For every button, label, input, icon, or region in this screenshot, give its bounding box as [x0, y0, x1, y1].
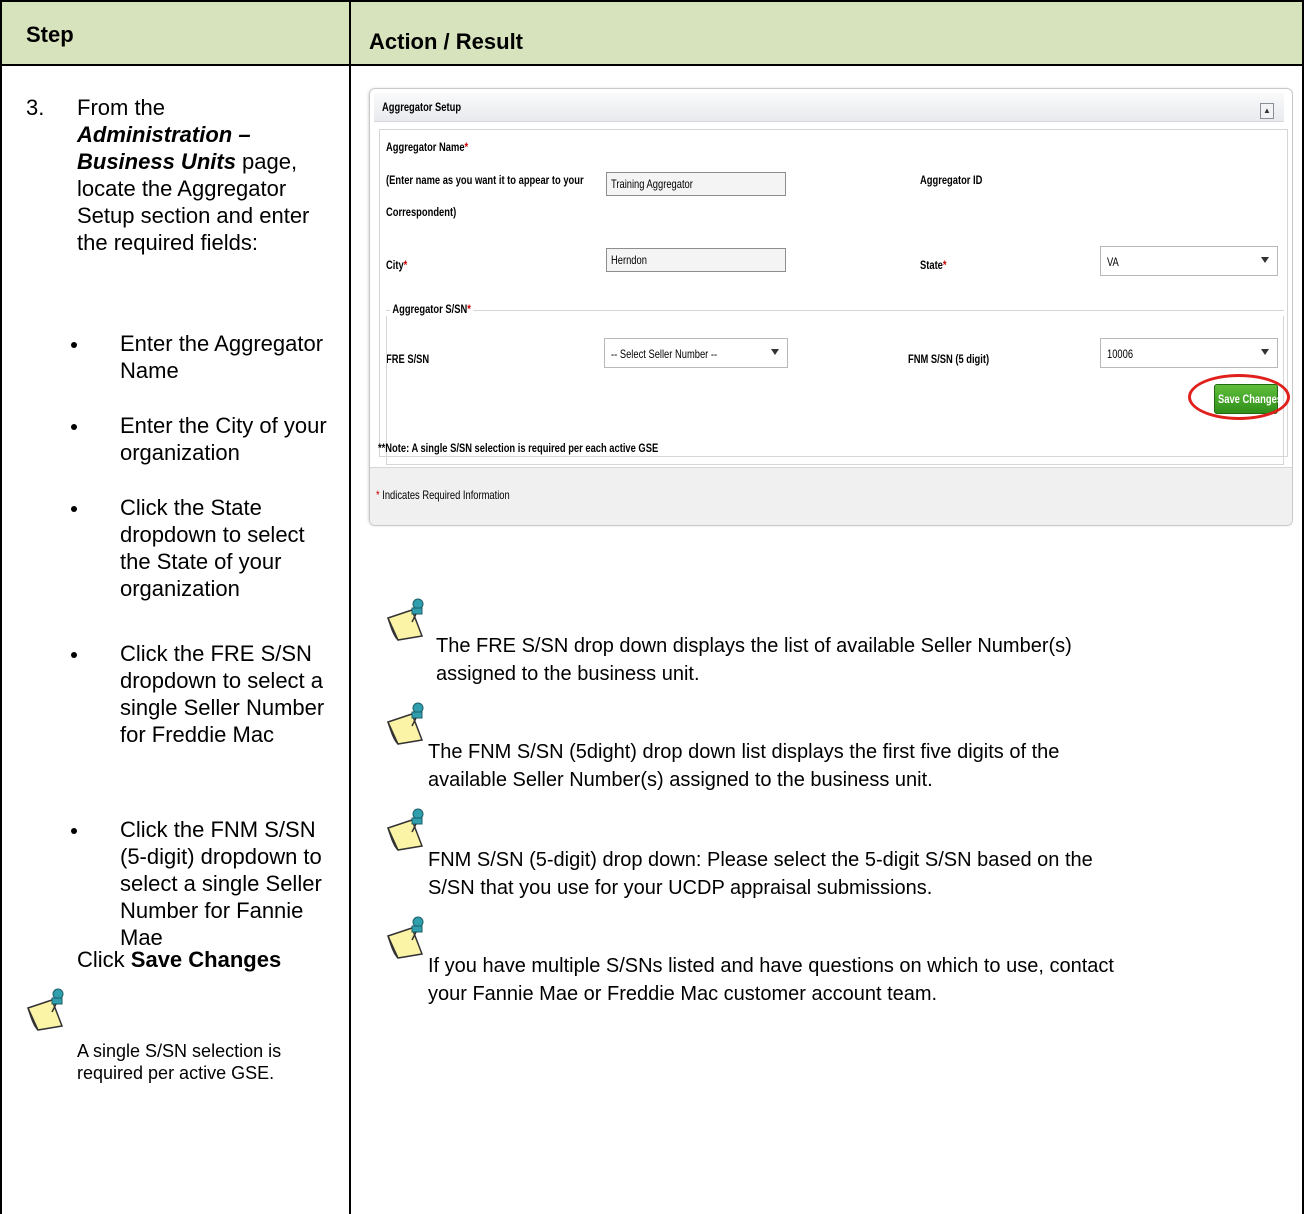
bullet-icon	[71, 652, 77, 658]
fre-ssn-label: FRE S/SN	[386, 352, 430, 366]
note-fre: The FRE S/SN drop down displays the list…	[436, 635, 1072, 685]
aggregator-name-input[interactable]: Training Aggregator	[606, 172, 786, 196]
save-changes-emphasis: Save Changes	[130, 947, 282, 972]
note-pin-icon	[386, 702, 424, 745]
list-item: Click the State dropdown to select the S…	[71, 494, 340, 602]
left-border	[0, 66, 2, 1214]
aggregator-setup-panel: Aggregator Setup ▲ Aggregator Name* (Ent…	[369, 88, 1293, 526]
list-item: Enter the City of your organization	[71, 412, 340, 466]
dropdown-caret-icon	[771, 349, 779, 355]
panel-title-bar: Aggregator Setup ▲	[374, 93, 1284, 122]
fre-ssn-select[interactable]: -- Select Seller Number --	[604, 338, 788, 368]
aggregator-name-hint-2: Correspondent)	[386, 205, 457, 219]
step-intro: From the Administration – Business Units…	[77, 94, 337, 256]
aggregator-form: Aggregator Name* (Enter name as you want…	[379, 129, 1290, 465]
aggregator-id-label: Aggregator ID	[920, 173, 983, 187]
note-pin-icon	[26, 988, 64, 1031]
dropdown-caret-icon	[1261, 349, 1269, 355]
city-label: City*	[386, 258, 408, 272]
list-item: Click the FNM S/SN (5-digit) dropdown to…	[71, 816, 340, 951]
note-multiple-ssn: If you have multiple S/SNs listed and ha…	[428, 955, 1114, 1005]
note-fnm-select: FNM S/SN (5-digit) drop down: Please sel…	[428, 849, 1093, 899]
fnm-ssn-label: FNM S/SN (5 digit)	[908, 352, 990, 366]
column-divider	[349, 66, 351, 1214]
dropdown-caret-icon	[1261, 257, 1269, 263]
chevron-up-icon[interactable]: ▲	[1260, 103, 1274, 119]
note-fnm: The FNM S/SN (5dight) drop down list dis…	[428, 741, 1060, 791]
header-action-cell: Action / Result	[350, 0, 1304, 66]
step-page-name: Administration – Business Units	[77, 122, 251, 174]
highlight-oval	[1188, 374, 1290, 420]
state-select[interactable]: VA	[1100, 246, 1278, 276]
required-info-note: * Indicates Required Information	[376, 488, 510, 502]
header-action: Action / Result	[369, 29, 524, 54]
fnm-ssn-select[interactable]: 10006	[1100, 338, 1278, 368]
panel-footer: * Indicates Required Information	[370, 467, 1292, 525]
note-pin-icon	[386, 808, 424, 851]
aggregator-name-hint: (Enter name as you want it to appear to …	[386, 173, 584, 187]
bullet-icon	[71, 342, 77, 348]
ssn-legend: Aggregator S/SN*	[390, 302, 474, 316]
aggregator-name-label: Aggregator Name*	[386, 140, 469, 154]
bullet-icon	[71, 424, 77, 430]
list-item: Enter the Aggregator Name	[71, 330, 340, 384]
step-note: A single S/SN selection is required per …	[77, 1041, 282, 1083]
panel-title: Aggregator Setup	[382, 100, 462, 114]
step-intro-lead: From the	[77, 95, 166, 120]
header-step: Step	[26, 22, 74, 47]
list-item: Click the FRE S/SN dropdown to select a …	[71, 640, 340, 748]
bullet-icon	[71, 506, 77, 512]
note-pin-icon	[386, 916, 424, 959]
click-save-instruction: Click Save Changes	[77, 947, 282, 972]
city-input[interactable]: Herndon	[606, 248, 786, 272]
step-number: 3.	[26, 95, 45, 120]
note-pin-icon	[386, 598, 424, 641]
panel-note: **Note: A single S/SN selection is requi…	[378, 441, 659, 455]
state-label: State*	[920, 258, 947, 272]
header-step-cell: Step	[0, 0, 350, 66]
bullet-icon	[71, 828, 77, 834]
